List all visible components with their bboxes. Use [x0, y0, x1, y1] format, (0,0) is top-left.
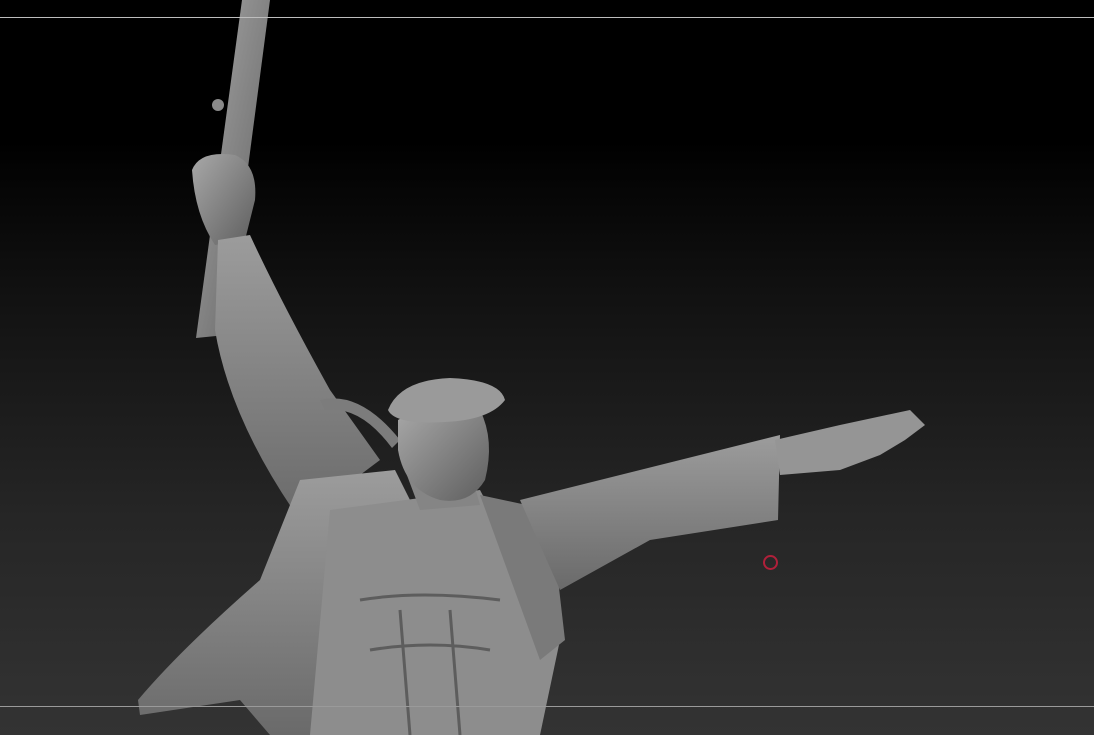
- raised-hand: [192, 154, 256, 245]
- beret: [388, 378, 505, 423]
- outstretched-hand: [775, 410, 925, 475]
- brush-circle-icon: [763, 555, 778, 570]
- outstretched-arm: [520, 435, 780, 590]
- viewport-bottom-guide: [0, 706, 1094, 707]
- 3d-viewport[interactable]: [0, 0, 1094, 735]
- viewport-top-guide: [0, 17, 1094, 18]
- sculpt-model[interactable]: [0, 0, 1094, 735]
